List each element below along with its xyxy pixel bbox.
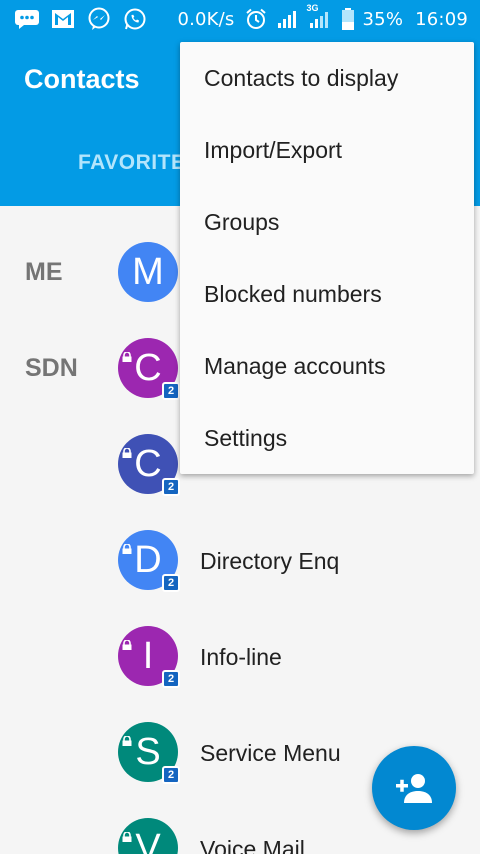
- message-icon: [14, 7, 40, 31]
- overflow-menu: Contacts to display Import/Export Groups…: [180, 42, 474, 474]
- signal-icon: [277, 7, 299, 31]
- clock: 16:09: [415, 8, 468, 30]
- add-person-icon: [396, 774, 432, 803]
- lock-icon: [122, 544, 132, 554]
- alarm-icon: [243, 7, 269, 31]
- menu-item-import-export[interactable]: Import/Export: [180, 114, 474, 186]
- list-item[interactable]: I 2 Info-line: [0, 590, 480, 688]
- lock-icon: [122, 640, 132, 650]
- avatar-letter: V: [135, 826, 161, 854]
- avatar: M: [118, 242, 178, 302]
- contact-name: Voice Mail: [200, 836, 305, 854]
- lock-icon: [122, 448, 132, 458]
- battery-percent: 35%: [362, 8, 404, 30]
- avatar-letter: C: [134, 346, 162, 389]
- avatar: D 2: [118, 530, 180, 592]
- battery-icon: [341, 7, 355, 31]
- menu-item-groups[interactable]: Groups: [180, 186, 474, 258]
- avatar-letter: C: [134, 442, 162, 485]
- signal-3g-icon: 3G: [307, 3, 333, 31]
- network-type: 3G: [306, 3, 319, 13]
- page-title: Contacts: [24, 64, 140, 94]
- avatar-letter: D: [134, 538, 162, 581]
- network-speed: 0.0K/s: [177, 8, 235, 30]
- lock-icon: [122, 736, 132, 746]
- avatar: C 2: [118, 434, 180, 496]
- messenger-icon: [86, 7, 112, 31]
- menu-item-blocked-numbers[interactable]: Blocked numbers: [180, 258, 474, 330]
- add-contact-button[interactable]: [372, 746, 456, 830]
- contact-name: Info-line: [200, 644, 282, 670]
- avatar: I 2: [118, 626, 180, 688]
- menu-item-manage-accounts[interactable]: Manage accounts: [180, 330, 474, 402]
- whatsapp-icon: [122, 7, 148, 31]
- avatar: S 2: [118, 722, 180, 784]
- avatar-letter: I: [142, 634, 154, 677]
- contact-name: Directory Enq: [200, 548, 340, 574]
- list-item[interactable]: D 2 Directory Enq: [0, 494, 480, 592]
- tab-favorites[interactable]: FAVORITE: [78, 151, 185, 175]
- menu-item-settings[interactable]: Settings: [180, 402, 474, 474]
- avatar: C 2: [118, 338, 180, 400]
- lock-icon: [122, 352, 132, 362]
- avatar: V 2: [118, 818, 178, 854]
- status-bar: 0.0K/s 3G 35% 16:09: [0, 0, 480, 38]
- lock-icon: [122, 832, 132, 842]
- gmail-icon: [50, 7, 76, 31]
- contact-name: Service Menu: [200, 740, 341, 766]
- avatar-letter: M: [132, 250, 164, 293]
- menu-item-contacts-to-display[interactable]: Contacts to display: [180, 42, 474, 114]
- avatar-letter: S: [135, 730, 161, 773]
